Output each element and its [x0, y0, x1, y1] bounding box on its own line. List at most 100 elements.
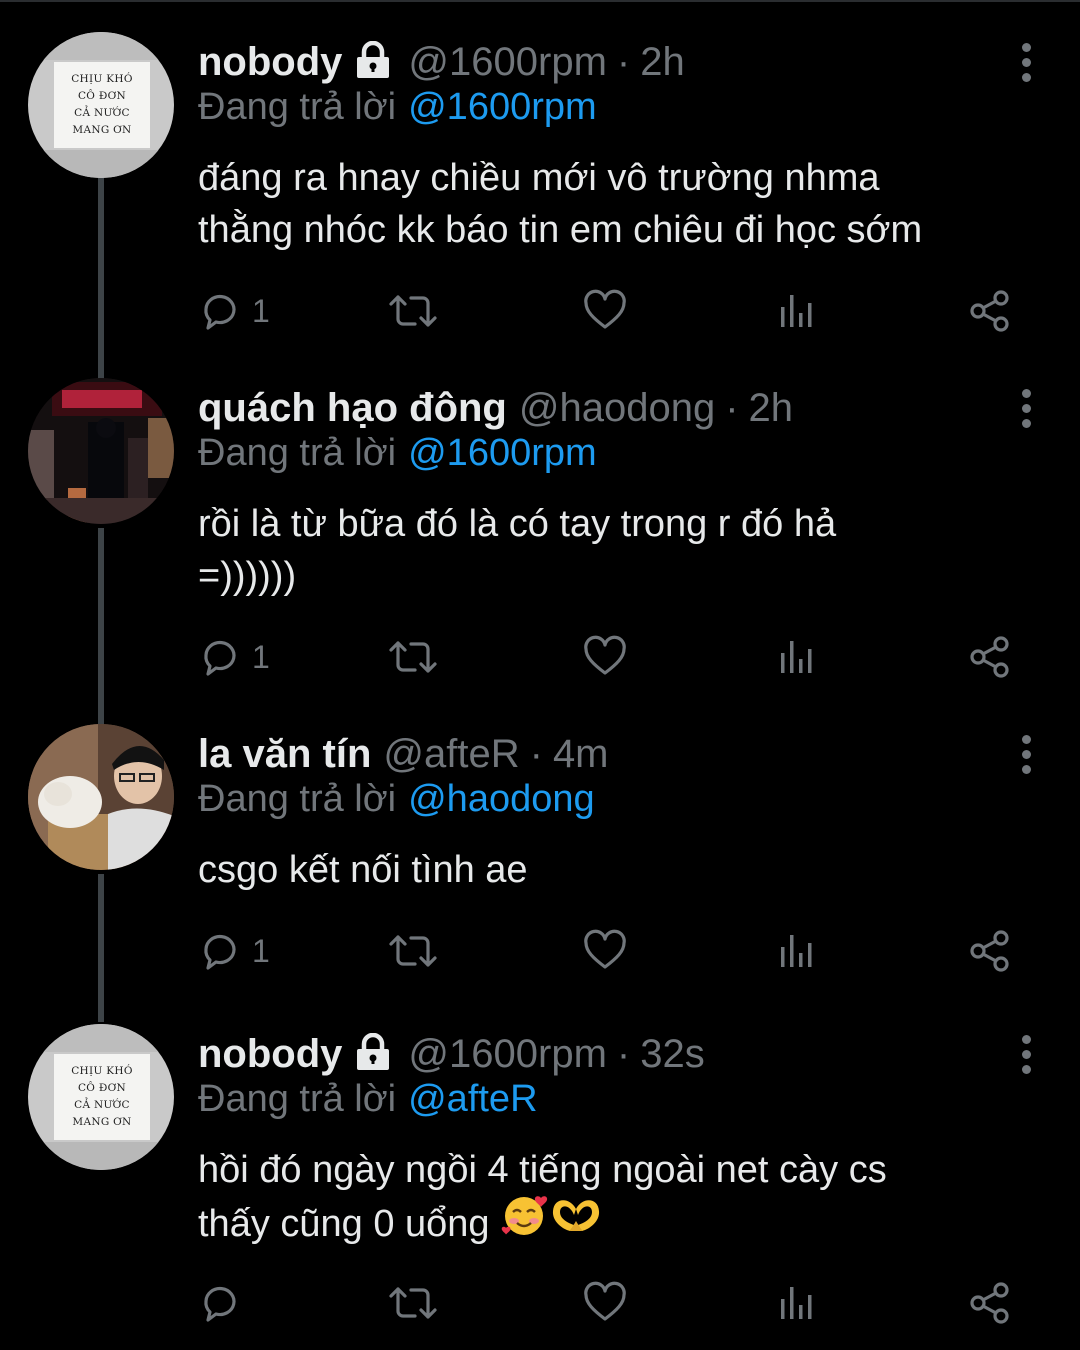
- more-icon[interactable]: [1018, 724, 1034, 784]
- user-handle[interactable]: @haodong: [519, 386, 715, 431]
- share-button[interactable]: [968, 926, 1012, 976]
- reply-prefix: Đang trả lời: [198, 1078, 397, 1120]
- tweet-text-line: thằng nhóc kk báo tin em chiêu đi học sớ…: [198, 209, 923, 251]
- separator-dot: ·: [725, 385, 739, 430]
- avatar-sign-line: CÔ ĐƠN: [77, 90, 127, 102]
- reply-to-handle[interactable]: @1600rpm: [408, 432, 597, 474]
- user-handle[interactable]: @1600rpm: [408, 40, 606, 85]
- more-icon[interactable]: [1018, 1024, 1034, 1084]
- reply-to-handle[interactable]: @haodong: [408, 778, 595, 820]
- analytics-icon: [778, 929, 818, 973]
- reply-button[interactable]: 1: [198, 632, 270, 682]
- like-icon: [583, 1281, 627, 1325]
- tweet[interactable]: la văn tín @afteR · 4m Đang trả lời @haod…: [0, 724, 1080, 984]
- tweet-header: nobody @1600rpm · 32s: [198, 1024, 705, 1084]
- reply-icon: [198, 1281, 242, 1325]
- reply-button[interactable]: [198, 1278, 252, 1328]
- like-icon: [583, 929, 627, 973]
- tweet-actions: [198, 1278, 1028, 1328]
- more-icon[interactable]: [1018, 32, 1034, 92]
- share-icon: [968, 929, 1012, 973]
- display-name[interactable]: quách hạo đông: [198, 386, 507, 431]
- tweet-text-line: =)))))): [198, 555, 297, 597]
- share-button[interactable]: [968, 286, 1012, 336]
- share-icon: [968, 1281, 1012, 1325]
- tweet-actions: 1: [198, 632, 1028, 682]
- avatar-sign-line: MANG ƠN: [72, 1116, 132, 1128]
- user-handle[interactable]: @1600rpm: [408, 1032, 606, 1077]
- timestamp[interactable]: 4m: [553, 732, 609, 777]
- share-button[interactable]: [968, 632, 1012, 682]
- analytics-button[interactable]: [778, 632, 818, 682]
- tweet-text-line: đáng ra hnay chiều mới vô trường nhma: [198, 157, 880, 199]
- retweet-icon: [388, 635, 438, 679]
- like-button[interactable]: [583, 632, 627, 682]
- replying-to: Đang trả lời @1600rpm: [198, 432, 597, 475]
- avatar-sign-line: CHỊU KHÓ: [71, 73, 133, 85]
- like-button[interactable]: [583, 926, 627, 976]
- like-icon: [583, 289, 627, 333]
- tweet[interactable]: quách hạo đông @haodong · 2h Đang trả lờ…: [0, 378, 1080, 688]
- retweet-button[interactable]: [388, 926, 438, 976]
- tweet-text-line-with-emoji: thấy cũng 0 uổng: [198, 1196, 1048, 1256]
- tweet-text: đáng ra hnay chiều mới vô trường nhma th…: [198, 152, 1048, 256]
- tweet-actions: 1: [198, 286, 1028, 336]
- avatar-sign-line: CẢ NƯỚC: [74, 1099, 130, 1111]
- user-handle[interactable]: @afteR: [383, 732, 519, 777]
- smiling-face-with-hearts-icon: [500, 1192, 550, 1252]
- retweet-button[interactable]: [388, 1278, 438, 1328]
- avatar[interactable]: [28, 724, 174, 870]
- analytics-icon: [778, 1281, 818, 1325]
- timestamp[interactable]: 32s: [640, 1032, 705, 1077]
- reply-prefix: Đang trả lời: [198, 86, 397, 128]
- separator-dot: ·: [616, 1031, 631, 1076]
- retweet-button[interactable]: [388, 632, 438, 682]
- tweet[interactable]: CHỊU KHÓ CÔ ĐƠN CẢ NƯỚC MANG ƠN nobody @…: [0, 32, 1080, 342]
- share-icon: [968, 635, 1012, 679]
- reply-icon: [198, 289, 242, 333]
- tweet-text: rồi là từ bữa đó là có tay trong r đó hả…: [198, 498, 1048, 602]
- analytics-button[interactable]: [778, 1278, 818, 1328]
- tweet-text-line: rồi là từ bữa đó là có tay trong r đó hả: [198, 503, 837, 545]
- avatar-sign-line: CÔ ĐƠN: [77, 1082, 127, 1094]
- reply-button[interactable]: 1: [198, 286, 270, 336]
- analytics-icon: [778, 635, 818, 679]
- avatar[interactable]: [28, 378, 174, 524]
- avatar[interactable]: CHỊU KHÓ CÔ ĐƠN CẢ NƯỚC MANG ƠN: [28, 1024, 174, 1170]
- lock-icon: [352, 1032, 394, 1071]
- analytics-button[interactable]: [778, 926, 818, 976]
- heart-hands-icon: [550, 1195, 602, 1249]
- avatar-sign-line: CHỊU KHÓ: [71, 1065, 133, 1077]
- timestamp[interactable]: 2h: [749, 386, 794, 431]
- tweet-text-line: csgo kết nối tình ae: [198, 849, 528, 891]
- display-name[interactable]: nobody: [198, 40, 342, 85]
- tweet-header: quách hạo đông @haodong · 2h: [198, 378, 793, 438]
- lock-icon: [352, 40, 394, 79]
- retweet-icon: [388, 929, 438, 973]
- like-icon: [583, 635, 627, 679]
- tweet-actions: 1: [198, 926, 1028, 976]
- reply-to-handle[interactable]: @afteR: [408, 1078, 537, 1120]
- reply-to-handle[interactable]: @1600rpm: [408, 86, 597, 128]
- tweet-header: la văn tín @afteR · 4m: [198, 724, 609, 784]
- display-name[interactable]: la văn tín: [198, 732, 371, 777]
- replying-to: Đang trả lời @1600rpm: [198, 86, 597, 129]
- display-name[interactable]: nobody: [198, 1032, 342, 1077]
- retweet-button[interactable]: [388, 286, 438, 336]
- tweet-text: csgo kết nối tình ae: [198, 844, 1048, 896]
- reply-button[interactable]: 1: [198, 926, 270, 976]
- analytics-button[interactable]: [778, 286, 818, 336]
- separator-dot: ·: [616, 39, 631, 84]
- reply-prefix: Đang trả lời: [198, 778, 397, 820]
- like-button[interactable]: [583, 286, 627, 336]
- replying-to: Đang trả lời @afteR: [198, 1078, 538, 1121]
- separator-dot: ·: [529, 731, 543, 776]
- avatar-sign-line: MANG ƠN: [72, 124, 132, 136]
- replying-to: Đang trả lời @haodong: [198, 778, 595, 821]
- avatar[interactable]: CHỊU KHÓ CÔ ĐƠN CẢ NƯỚC MANG ƠN: [28, 32, 174, 178]
- like-button[interactable]: [583, 1278, 627, 1328]
- tweet[interactable]: CHỊU KHÓ CÔ ĐƠN CẢ NƯỚC MANG ƠN nobody @…: [0, 1024, 1080, 1344]
- more-icon[interactable]: [1018, 378, 1034, 438]
- share-button[interactable]: [968, 1278, 1012, 1328]
- timestamp[interactable]: 2h: [640, 40, 685, 85]
